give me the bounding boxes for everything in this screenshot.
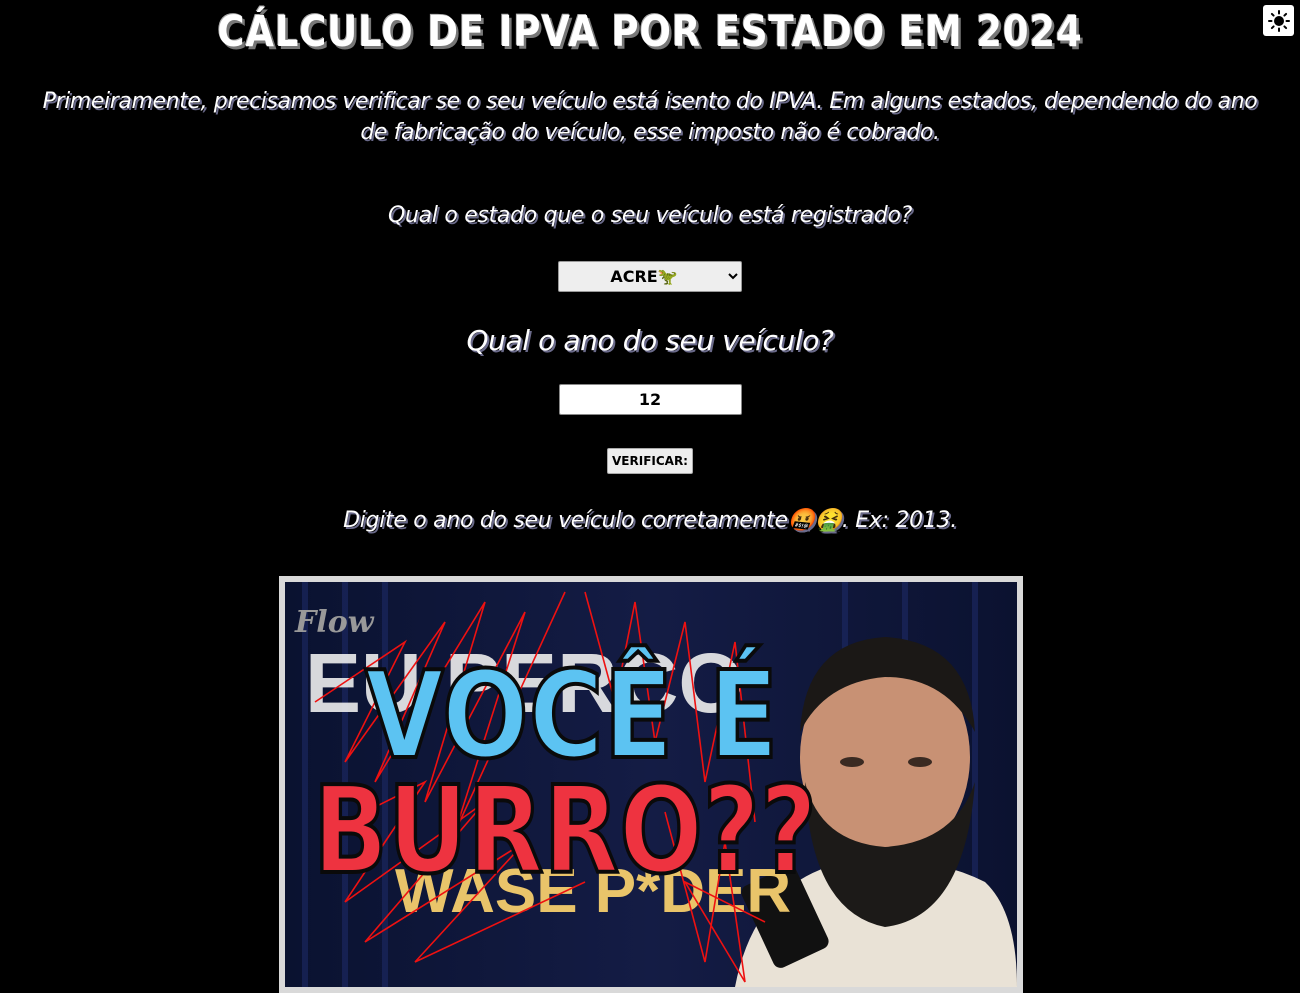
intro-text: Primeiramente, precisamos verificar se o…: [42, 89, 1258, 145]
meme-image: EU PERCO WASE P*DER Flow VOCÊ É BURRO??: [279, 576, 1023, 993]
meme-text-line2: BURRO??: [313, 760, 817, 900]
year-question: Qual o ano do seu veículo?: [466, 324, 834, 357]
verify-button[interactable]: VERIFICAR:: [607, 448, 693, 474]
page-title: CÁLCULO DE IPVA POR ESTADO EM 2024: [217, 7, 1083, 57]
result-message: Digite o ano do seu veículo corretamente…: [343, 508, 957, 533]
meme-logo: Flow: [294, 605, 375, 640]
year-input[interactable]: [558, 384, 742, 415]
theme-toggle-button[interactable]: [1263, 5, 1294, 36]
state-question: Qual o estado que o seu veículo está reg…: [388, 203, 912, 228]
state-select[interactable]: ACRE🦖: [558, 261, 742, 292]
sun-icon: [1267, 9, 1290, 32]
page: CÁLCULO DE IPVA POR ESTADO EM 2024 Prime…: [0, 0, 1300, 993]
